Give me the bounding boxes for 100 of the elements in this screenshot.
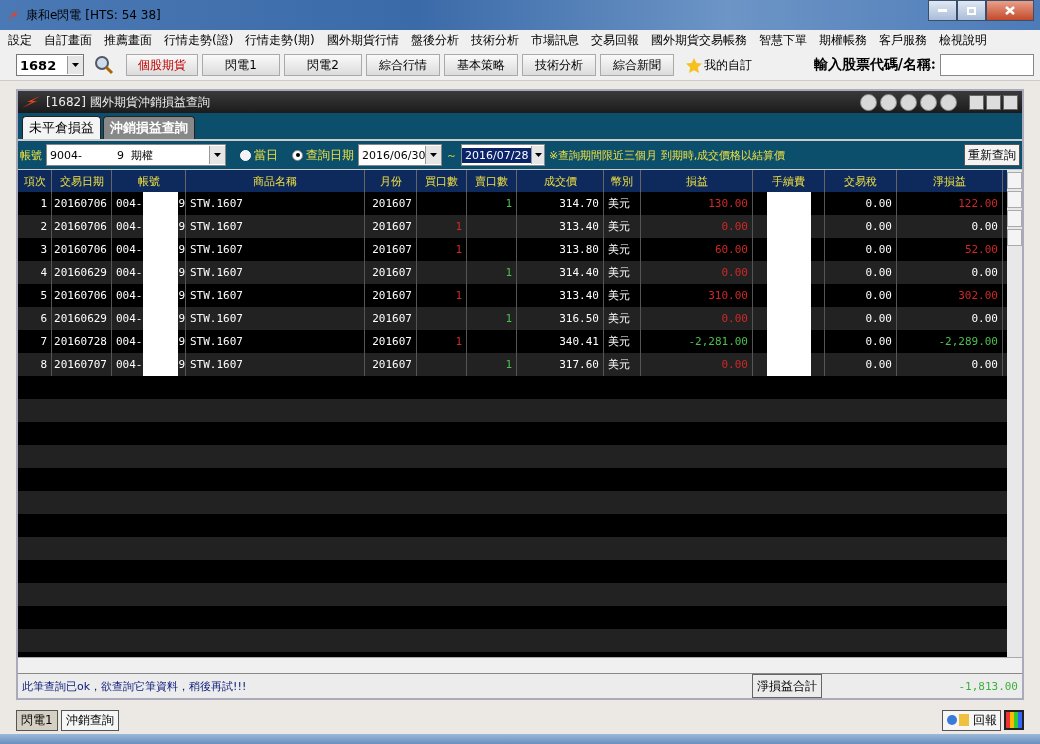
menu-item[interactable]: 交易回報 — [584, 31, 645, 49]
horizontal-scrollbar[interactable] — [18, 657, 1022, 673]
table-cell: 9 — [178, 358, 185, 371]
table-cell-value: 0.00 — [721, 220, 748, 233]
window-title: 康和e閃電 [HTS: 54 38] — [26, 6, 161, 24]
radio-option[interactable]: 當日 — [240, 146, 278, 164]
menu-item[interactable]: 設定 — [2, 31, 38, 49]
toolbar-circle-icon[interactable] — [940, 93, 957, 111]
table-cell: 9 — [178, 266, 185, 279]
toolbar-button[interactable]: 個股期貨 — [126, 54, 198, 76]
window-tab[interactable]: 閃電1 — [16, 709, 58, 731]
lightning-icon — [6, 9, 20, 21]
menu-item[interactable]: 客戶服務 — [872, 31, 933, 49]
table-cell-value: 0.00 — [721, 312, 748, 325]
caret-icon — [534, 153, 542, 157]
toolbar-button[interactable]: 綜合行情 — [366, 54, 440, 76]
menu-item[interactable]: 國外期貨行情 — [320, 31, 405, 49]
table-cell-value: 52.00 — [964, 243, 998, 256]
table-cell-value: 0.00 — [971, 266, 998, 279]
toolbar-circle-icon[interactable] — [920, 93, 937, 111]
menu-item[interactable]: 技術分析 — [464, 31, 525, 49]
vertical-scrollbar[interactable] — [1007, 170, 1022, 657]
table-cell: 004- — [116, 220, 143, 233]
total-value: -1,813.00 — [957, 678, 1019, 695]
table-cell-value: 310.00 — [708, 289, 748, 302]
tab[interactable]: 沖銷損益查詢 — [103, 116, 195, 139]
minimize-icon — [938, 9, 947, 12]
table-cell: 004- — [116, 312, 143, 325]
minimize-button[interactable] — [928, 0, 957, 21]
table-cell: 9 — [178, 312, 185, 325]
toolbar-button[interactable]: 基本策略 — [444, 54, 518, 76]
menu-item[interactable]: 市場訊息 — [524, 31, 585, 49]
toolbar-circle-icon[interactable] — [900, 93, 917, 111]
toolbar-button[interactable]: 閃電2 — [284, 54, 362, 76]
table-cell: 004- — [116, 243, 143, 256]
caret-icon — [214, 153, 221, 157]
table-cell: 004- — [116, 335, 143, 348]
table-cell: 004- — [116, 266, 143, 279]
maximize-button[interactable] — [957, 0, 986, 21]
table-cell: 004- — [116, 289, 143, 302]
menu-item[interactable]: 檢視說明 — [932, 31, 993, 49]
table-cell-value: 0.00 — [971, 312, 998, 325]
menu-item[interactable]: 行情走勢(證) — [158, 31, 240, 49]
table-cell: 9 — [178, 289, 185, 302]
status-message: 此筆查詢已ok，欲查詢它筆資料，稍後再試!!! — [21, 678, 248, 695]
menu-item[interactable]: 國外期貨交易帳務 — [644, 31, 753, 49]
table-cell-value: 0.00 — [971, 220, 998, 233]
menu-item[interactable]: 推薦畫面 — [98, 31, 158, 49]
lightning-icon — [22, 96, 40, 108]
table-cell: 9 — [178, 220, 185, 233]
restore-icon[interactable] — [986, 94, 1001, 110]
redaction-block — [766, 192, 811, 215]
redaction-block — [142, 353, 179, 376]
favorites-link[interactable]: 我的自訂 — [704, 56, 752, 74]
window-tab[interactable]: 沖銷查詢 — [60, 709, 119, 731]
menu-item[interactable]: 自訂畫面 — [38, 31, 98, 49]
close-icon[interactable] — [1003, 94, 1018, 110]
menu-item[interactable]: 智慧下單 — [752, 31, 813, 49]
date-from-field[interactable]: 2016/06/30 — [358, 144, 442, 166]
radio-option[interactable]: 查詢日期 — [292, 146, 354, 164]
table-cell-value: 0.00 — [721, 266, 748, 279]
tab[interactable]: 未平倉損益 — [22, 116, 101, 139]
table-cell-value: 122.00 — [958, 197, 998, 210]
table-cell: 004- — [116, 197, 143, 210]
stock-code-input[interactable] — [940, 54, 1034, 76]
note-text: ※查詢期間限近三個月 到期時,成交價格以結算價 — [549, 147, 786, 163]
toolbar-circle-icon[interactable] — [880, 93, 897, 111]
toolbar-button[interactable]: 綜合新聞 — [600, 54, 674, 76]
report-icon — [946, 713, 970, 727]
close-button[interactable] — [986, 0, 1034, 21]
table-cell-value: 0.00 — [721, 358, 748, 371]
menu-item[interactable]: 盤後分析 — [404, 31, 465, 49]
search-label: 輸入股票代碼/名稱: — [813, 56, 936, 74]
redaction-block — [142, 192, 179, 215]
toolbar-button[interactable]: 閃電1 — [202, 54, 280, 76]
account-dropdown[interactable]: 9004- 9 期權 — [46, 144, 226, 166]
table-cell-value: 130.00 — [708, 197, 748, 210]
toolbar-button[interactable]: 技術分析 — [522, 54, 596, 76]
redaction-block — [766, 353, 811, 376]
tilde-text: ～ — [446, 147, 457, 163]
report-button[interactable]: 回報 — [942, 709, 1001, 731]
menu-item[interactable]: 期權帳務 — [812, 31, 873, 49]
minimize-icon[interactable] — [969, 94, 984, 110]
radio-dot[interactable] — [292, 149, 303, 161]
close-icon — [1005, 6, 1015, 15]
child-window-title: [1682] 國外期貨沖銷損益查詢 — [46, 93, 210, 111]
table-cell-value: 302.00 — [958, 289, 998, 302]
refresh-button[interactable]: 重新查詢 — [964, 144, 1020, 166]
table-cell-value: -2,289.00 — [938, 335, 998, 348]
code-dropdown[interactable]: 1682 — [16, 54, 84, 76]
account-label: 帳號 — [20, 147, 42, 163]
toolbar-circle-icon[interactable] — [860, 93, 877, 111]
search-icon[interactable] — [94, 55, 114, 75]
color-palette-icon[interactable] — [1004, 710, 1024, 730]
caret-icon — [430, 153, 438, 157]
table-cell: 9 — [178, 335, 185, 348]
total-label: 淨損益合計 — [752, 674, 822, 698]
menu-item[interactable]: 行情走勢(期) — [239, 31, 321, 49]
maximize-icon — [967, 6, 976, 15]
date-to-field[interactable]: 2016/07/28 — [461, 144, 545, 166]
